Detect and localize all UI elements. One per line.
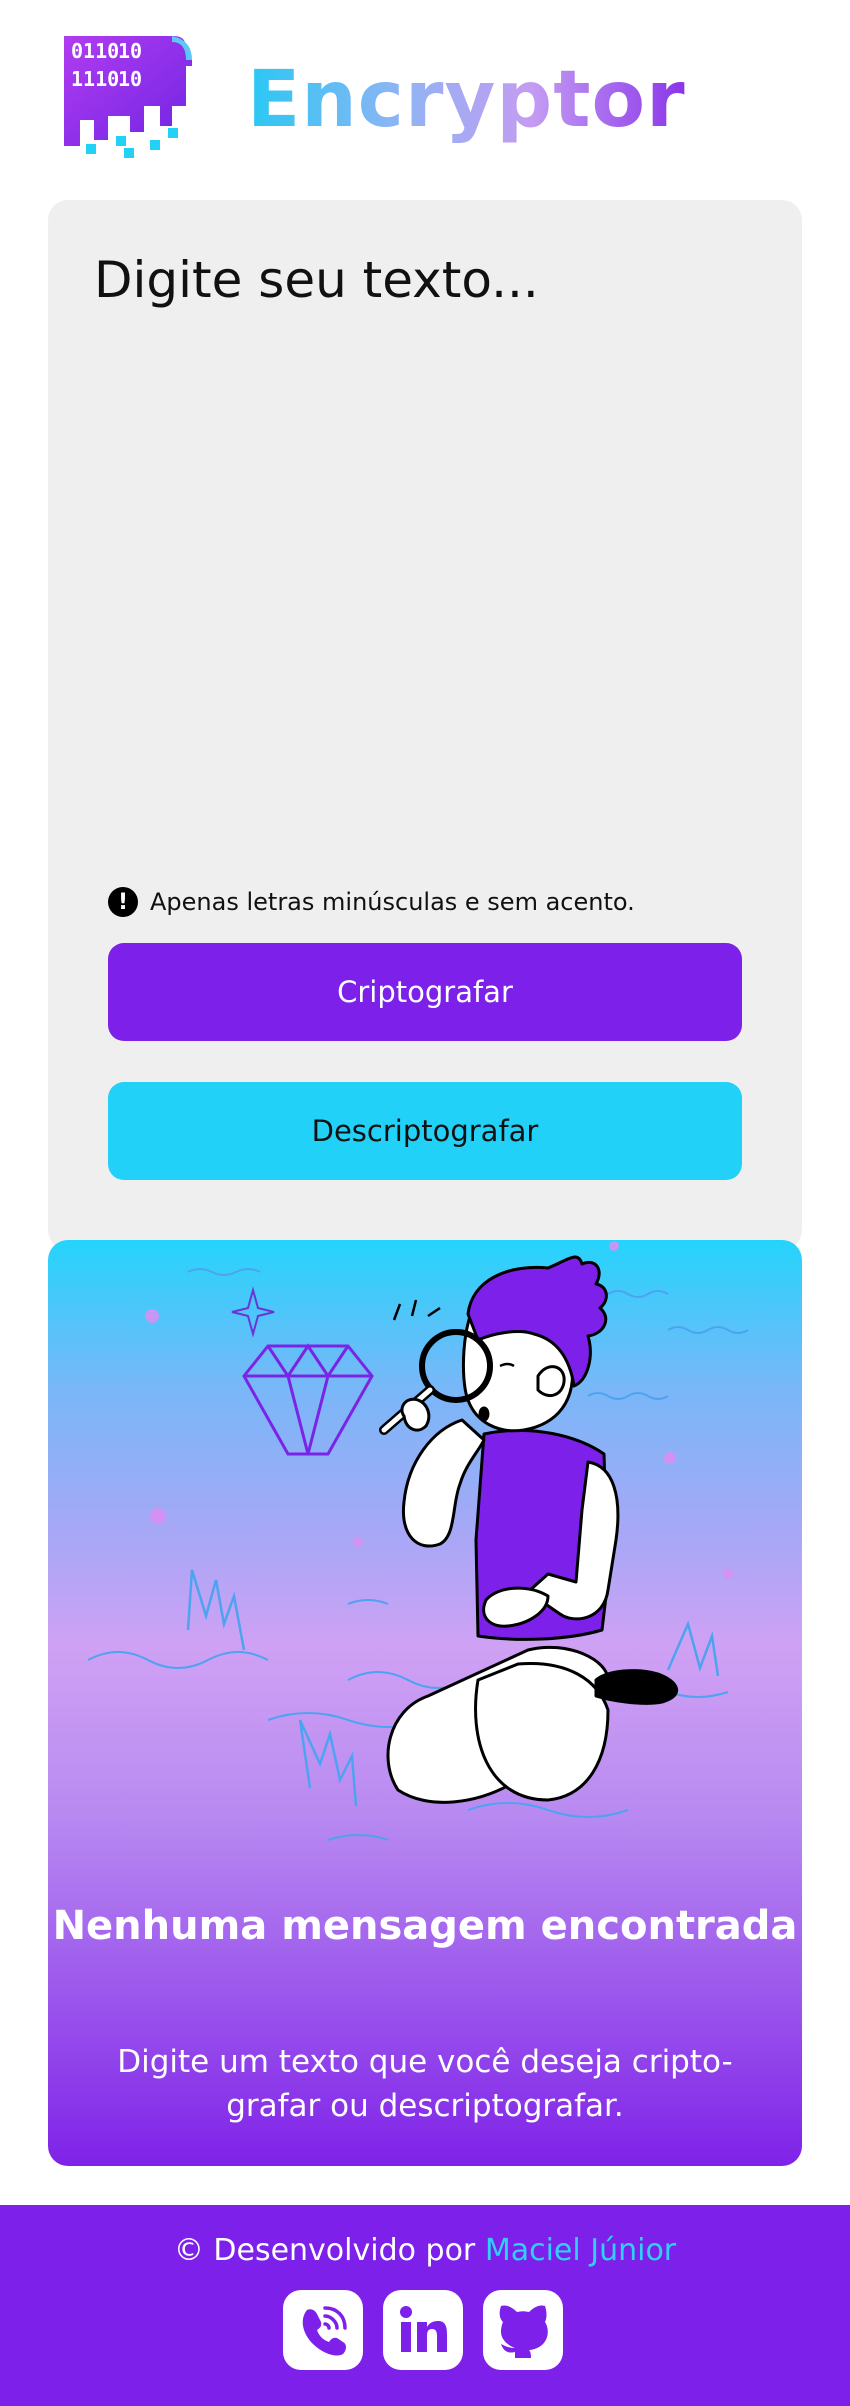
input-card: ! Apenas letras minúsculas e sem acento.… <box>48 200 802 1250</box>
hint-text: Apenas letras minúsculas e sem acento. <box>150 888 635 916</box>
encrypt-button[interactable]: Criptografar <box>108 943 742 1041</box>
header: 0110 10 1110 10 Encryptor <box>0 0 850 190</box>
search-illustration <box>87 1241 749 1841</box>
author-link[interactable]: Maciel Júnior <box>485 2233 676 2268</box>
github-icon <box>499 2305 548 2358</box>
github-link[interactable] <box>483 2290 563 2370</box>
output-card: Nenhuma mensagem encontrada Digite um te… <box>48 1240 802 2166</box>
empty-title: Nenhuma mensagem encontrada <box>52 1903 798 1949</box>
logo-icon: 0110 10 1110 10 <box>64 36 192 158</box>
social-links <box>283 2290 563 2370</box>
linkedin-link[interactable] <box>383 2290 463 2370</box>
svg-text:10: 10 <box>118 67 142 91</box>
svg-text:10: 10 <box>118 39 142 63</box>
phone-icon <box>302 2306 347 2356</box>
linkedin-icon <box>400 2306 447 2352</box>
footer: © Desenvolvido por Maciel Júnior <box>0 2205 850 2406</box>
hint: ! Apenas letras minúsculas e sem acento. <box>108 884 635 920</box>
empty-description: Digite um texto que você deseja cripto-g… <box>117 2044 733 2124</box>
svg-text:0110: 0110 <box>71 39 119 63</box>
exclamation-icon: ! <box>108 887 138 917</box>
phone-link[interactable] <box>283 2290 363 2370</box>
decrypt-button[interactable]: Descriptografar <box>108 1082 742 1180</box>
credit-prefix: © Desenvolvido por <box>173 2233 476 2268</box>
brand-title: Encryptor <box>247 52 686 148</box>
svg-text:1110: 1110 <box>71 67 119 91</box>
credit: © Desenvolvido por Maciel Júnior <box>0 2233 850 2268</box>
text-input[interactable] <box>94 240 754 840</box>
